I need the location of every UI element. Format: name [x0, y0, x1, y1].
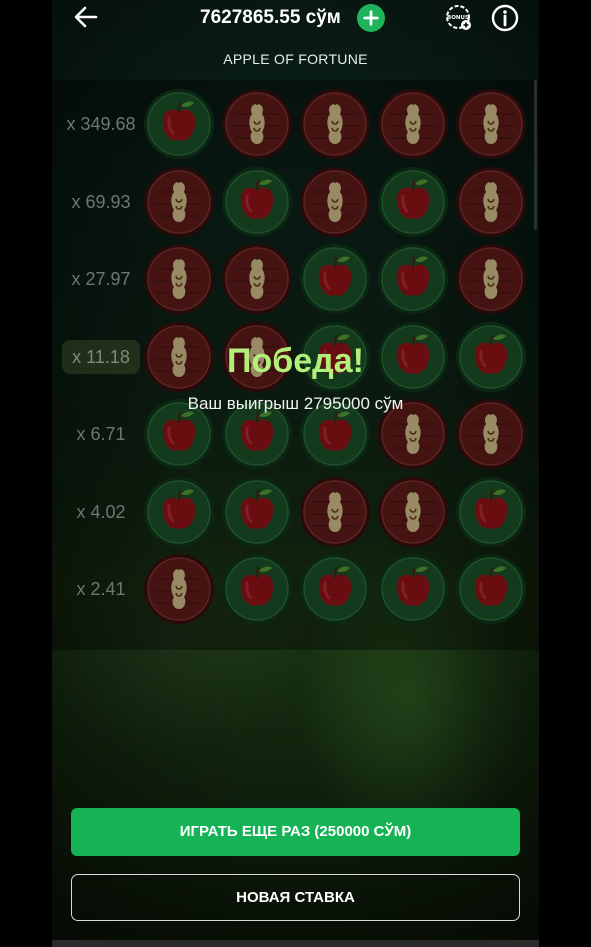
plus-icon	[363, 10, 379, 26]
info-button[interactable]	[490, 3, 520, 33]
play-again-button[interactable]: ИГРАТЬ ЕЩЕ РАЗ (250000 СЎМ)	[71, 808, 520, 856]
add-funds-button[interactable]	[357, 4, 385, 32]
win-title: Победа!	[227, 342, 364, 380]
bonus-button[interactable]: BONUS	[444, 3, 474, 33]
win-amount-text: Ваш выигрыш 2795000 сўм	[187, 394, 404, 413]
back-button[interactable]	[72, 4, 100, 30]
bonus-icon: BONUS	[446, 5, 471, 30]
arrow-left-icon	[74, 6, 98, 28]
info-icon	[491, 4, 519, 32]
balance-display: 7627865.55 сўм	[200, 7, 341, 28]
new-bet-button[interactable]: НОВАЯ СТАВКА	[71, 874, 520, 921]
game-title: APPLE OF FORTUNE	[223, 51, 368, 67]
system-nav-bar	[52, 940, 539, 947]
